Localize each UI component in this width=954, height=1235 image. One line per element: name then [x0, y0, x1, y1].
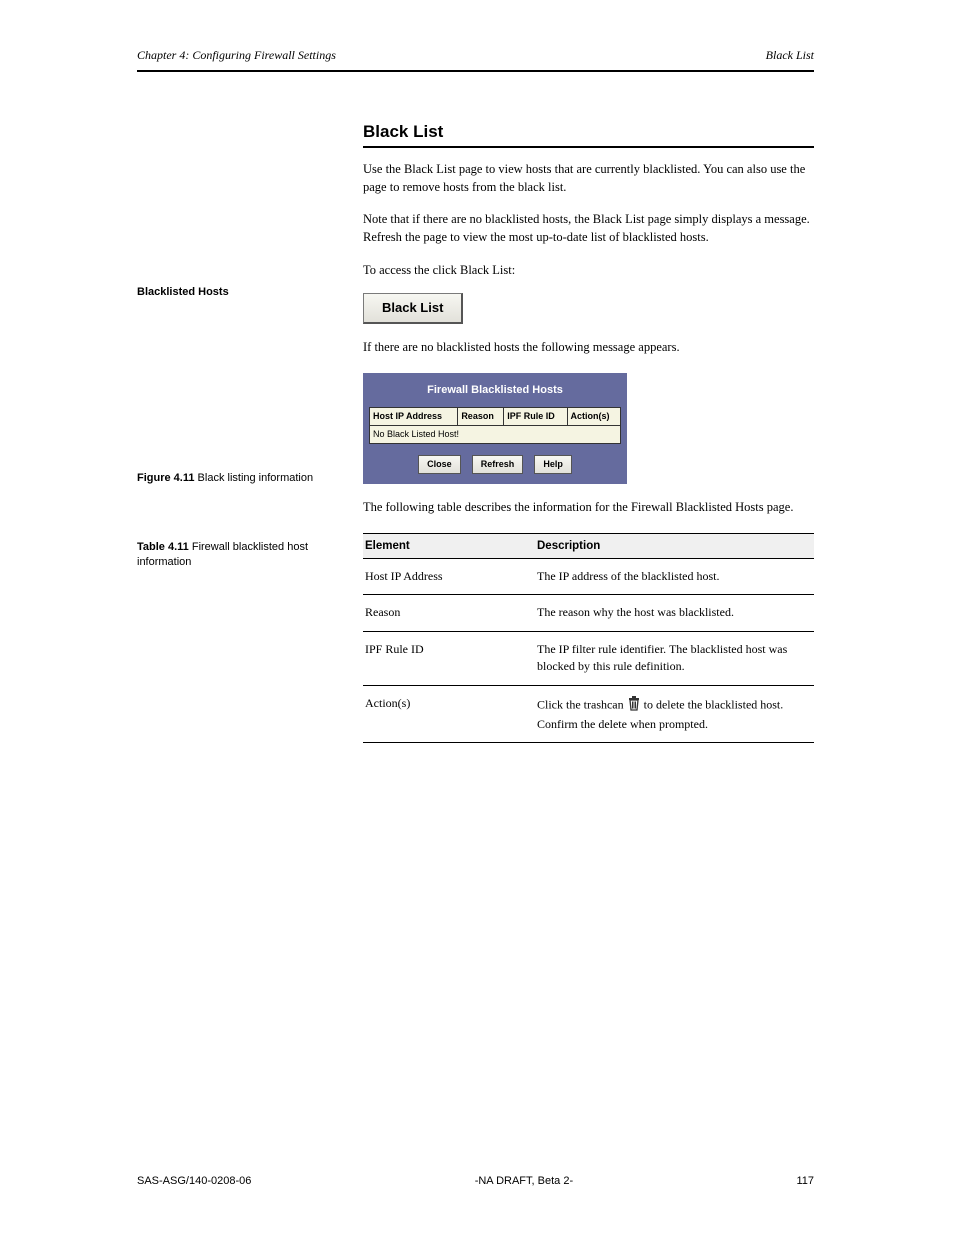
elements-table: Element Description Host IP Address The …	[363, 533, 814, 743]
result-intro: If there are no blacklisted hosts the fo…	[363, 338, 814, 356]
sidebar-blacklisted-hosts: Blacklisted Hosts	[137, 286, 337, 298]
firewall-blacklist-panel: Firewall Blacklisted Hosts Host IP Addre…	[363, 373, 627, 484]
header-rule	[137, 70, 814, 72]
th-element: Element	[363, 534, 535, 559]
col-actions: Action(s)	[567, 407, 620, 425]
cell-element: Reason	[363, 595, 535, 631]
trashcan-icon	[627, 695, 641, 716]
elements-intro: The following table describes the inform…	[363, 498, 814, 516]
panel-title: Firewall Blacklisted Hosts	[369, 379, 621, 407]
col-ipf-rule-id: IPF Rule ID	[504, 407, 567, 425]
help-button[interactable]: Help	[534, 455, 572, 474]
footer-draft-label: -NA DRAFT, Beta 2-	[475, 1175, 573, 1187]
black-list-button[interactable]: Black List	[363, 293, 463, 325]
intro-paragraph-1: Use the Black List page to view hosts th…	[363, 160, 814, 196]
page-footer: SAS-ASG/140-0208-06 -NA DRAFT, Beta 2- 1…	[137, 1175, 814, 1187]
intro-paragraph-2: Note that if there are no blacklisted ho…	[363, 210, 814, 246]
table-row: Reason The reason why the host was black…	[363, 595, 814, 631]
table-number: Table 4.11	[137, 541, 189, 553]
header-chapter: Chapter 4: Configuring Firewall Settings	[137, 48, 336, 63]
figure-number: Figure 4.11	[137, 472, 194, 484]
table-row: Action(s) Click the trashcan to	[363, 685, 814, 743]
col-host-ip: Host IP Address	[370, 407, 458, 425]
cell-element: Action(s)	[363, 685, 535, 743]
footer-page-number: 117	[796, 1175, 814, 1187]
table-row: Host IP Address The IP address of the bl…	[363, 559, 814, 595]
cell-description: The reason why the host was blacklisted.	[535, 595, 814, 631]
cell-description: Click the trashcan to delete the blackli…	[535, 685, 814, 743]
cell-description: The IP address of the blacklisted host.	[535, 559, 814, 595]
table-row: IPF Rule ID The IP filter rule identifie…	[363, 631, 814, 685]
close-button[interactable]: Close	[418, 455, 461, 474]
col-reason: Reason	[458, 407, 504, 425]
section-rule	[363, 146, 814, 148]
access-instruction: To access the click Black List:	[363, 261, 814, 279]
cell-description: The IP filter rule identifier. The black…	[535, 631, 814, 685]
header-section: Black List	[766, 48, 814, 63]
th-description: Description	[535, 534, 814, 559]
refresh-button[interactable]: Refresh	[472, 455, 524, 474]
cell-element: Host IP Address	[363, 559, 535, 595]
section-heading: Black List	[363, 122, 443, 142]
footer-doc-id: SAS-ASG/140-0208-06	[137, 1175, 251, 1187]
blacklist-table: Host IP Address Reason IPF Rule ID Actio…	[369, 407, 621, 444]
cell-element: IPF Rule ID	[363, 631, 535, 685]
empty-row: No Black Listed Host!	[370, 425, 621, 443]
figure-caption: Figure 4.11 Black listing information	[137, 472, 337, 484]
table-caption: Table 4.11 Firewall blacklisted host inf…	[137, 540, 337, 570]
figure-caption-text: Black listing information	[198, 472, 314, 484]
